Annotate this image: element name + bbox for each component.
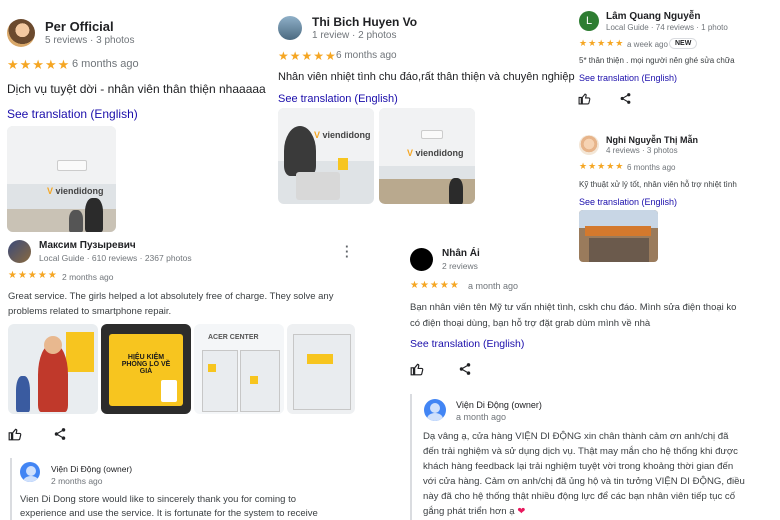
review-photo[interactable]: V viendidong [278,108,374,204]
review-photo[interactable] [287,324,355,414]
review-text: Kỹ thuật xử lý tốt, nhân viên hỗ trợ nhi… [579,180,737,189]
owner-reply-line-4: với cửa hàng. Cảm ơn anh/chị đã ủng hộ v… [423,476,745,487]
review-text: Nhân viên nhiệt tình chu đáo,rất thân th… [278,71,575,83]
owner-reply-divider [410,394,412,520]
reviewer-avatar[interactable] [410,248,433,271]
share-icon[interactable] [619,92,632,105]
review-photo[interactable]: V viendidong [379,108,475,204]
owner-reply-time: 2 months ago [51,476,103,486]
review-photo[interactable]: HIỆU KIỆM PHÒNG LO VỀ GIÁ [101,324,191,414]
review-text-line-2: có điện thoại dùng, bạn hỗ trợ đặt grab … [410,318,651,329]
reviewer-meta: Local Guide · 610 reviews · 2367 photos [39,253,192,263]
review-photo[interactable]: ACER CENTER [194,324,284,414]
reviewer-name[interactable]: Per Official [45,19,114,34]
reviewer-avatar[interactable] [579,135,599,155]
see-translation-link[interactable]: See translation (English) [579,73,677,83]
reviewer-name[interactable]: Thi Bich Huyen Vo [312,15,417,29]
thumbs-up-icon[interactable] [8,427,22,441]
review-text-line-1: Bạn nhân viên tên Mỹ tư vấn nhiệt tình, … [410,302,737,313]
new-badge: NEW [669,38,698,49]
owner-reply-line-2: đến trải nghiệm và sử dụng dịch vụ. Thật… [423,446,738,457]
owner-reply-line-2: experience and use the service. It is fo… [20,508,318,519]
owner-reply-line-1: Dạ vâng ạ, cửa hàng VIỆN DI ĐỘNG xin châ… [423,431,729,442]
reviewer-meta: 4 reviews · 3 photos [606,146,678,155]
owner-reply-time: a month ago [456,412,507,422]
share-icon[interactable] [458,362,472,376]
owner-name: Viện Di Động (owner) [51,464,133,474]
review-time: a week ago [627,40,668,49]
review-text-line-2: problems related to smartphone repair. [8,306,172,317]
reviewer-avatar[interactable] [7,19,35,47]
owner-reply-line-5: này đã cho hệ thống thật nhiều động lực … [423,491,736,502]
see-translation-link[interactable]: See translation (English) [410,338,524,350]
see-translation-link[interactable]: See translation (English) [579,197,677,207]
review-time: 6 months ago [72,58,139,70]
reviewer-meta: 5 reviews · 3 photos [45,35,135,46]
promo-banner-text: HIỆU KIỆM PHÒNG LO VỀ GIÁ [121,354,171,375]
review-text-line-1: Great service. The girls helped a lot ab… [8,291,334,302]
rating-stars: ★★★★★ [8,270,58,281]
thumbs-up-icon[interactable] [410,362,424,376]
review-photo[interactable] [8,324,98,414]
rating-stars: ★★★★★ [410,280,460,291]
owner-reply-line-1: Vien Di Dong store would like to sincere… [20,494,296,505]
review-time: 6 months ago [627,163,676,172]
owner-name: Viện Di Động (owner) [456,400,542,410]
reviewer-avatar[interactable] [278,16,302,40]
rating-stars: ★★★★★ [579,38,625,48]
reviewer-meta: 1 review · 2 photos [312,30,397,41]
reviewer-avatar[interactable] [8,240,31,263]
reviewer-name[interactable]: Lâm Quang Nguyễn [606,11,700,22]
reviewer-meta: Local Guide · 74 reviews · 1 photo [606,23,728,32]
review-text: Dịch vụ tuyệt dời - nhân viên thân thiện… [7,82,266,96]
reviewer-name[interactable]: Nhân Ái [442,248,480,259]
owner-avatar [20,462,40,482]
heart-icon: ❤ [517,506,526,517]
review-time: 2 months ago [62,272,114,282]
review-photo[interactable]: V viendidong [7,126,116,232]
rating-stars: ★★★★★ [579,161,625,171]
review-time: a month ago [468,281,519,291]
thumbs-up-icon[interactable] [578,92,591,105]
rating-stars: ★★★★★ [278,49,337,63]
share-icon[interactable] [53,427,67,441]
owner-reply-divider [10,458,12,520]
see-translation-link[interactable]: See translation (English) [278,93,398,105]
owner-reply-line-6-text: gắng phát triển hơn ạ [423,506,515,517]
review-text: 5* thân thiện . mọi người nên ghé sửa ch… [579,56,735,65]
owner-avatar [424,399,446,421]
more-options-icon[interactable]: · · · [345,240,349,263]
reviewer-name[interactable]: Nghi Nguyễn Thị Mẫn [606,135,698,145]
owner-reply-line-6: gắng phát triển hơn ạ ❤ [423,506,525,517]
store-sign-text: ACER CENTER [208,334,259,341]
reviewer-meta: 2 reviews [442,261,478,271]
owner-reply-line-3: khách hàng feedback lại trải nghiệm tuyệ… [423,461,734,472]
see-translation-link[interactable]: See translation (English) [7,107,138,121]
review-photo[interactable] [579,210,658,262]
reviewer-name[interactable]: Максим Пузыревич [39,240,136,251]
reviewer-avatar[interactable]: L [579,11,599,31]
review-time: 6 months ago [336,50,397,61]
rating-stars: ★★★★★ [7,57,71,72]
